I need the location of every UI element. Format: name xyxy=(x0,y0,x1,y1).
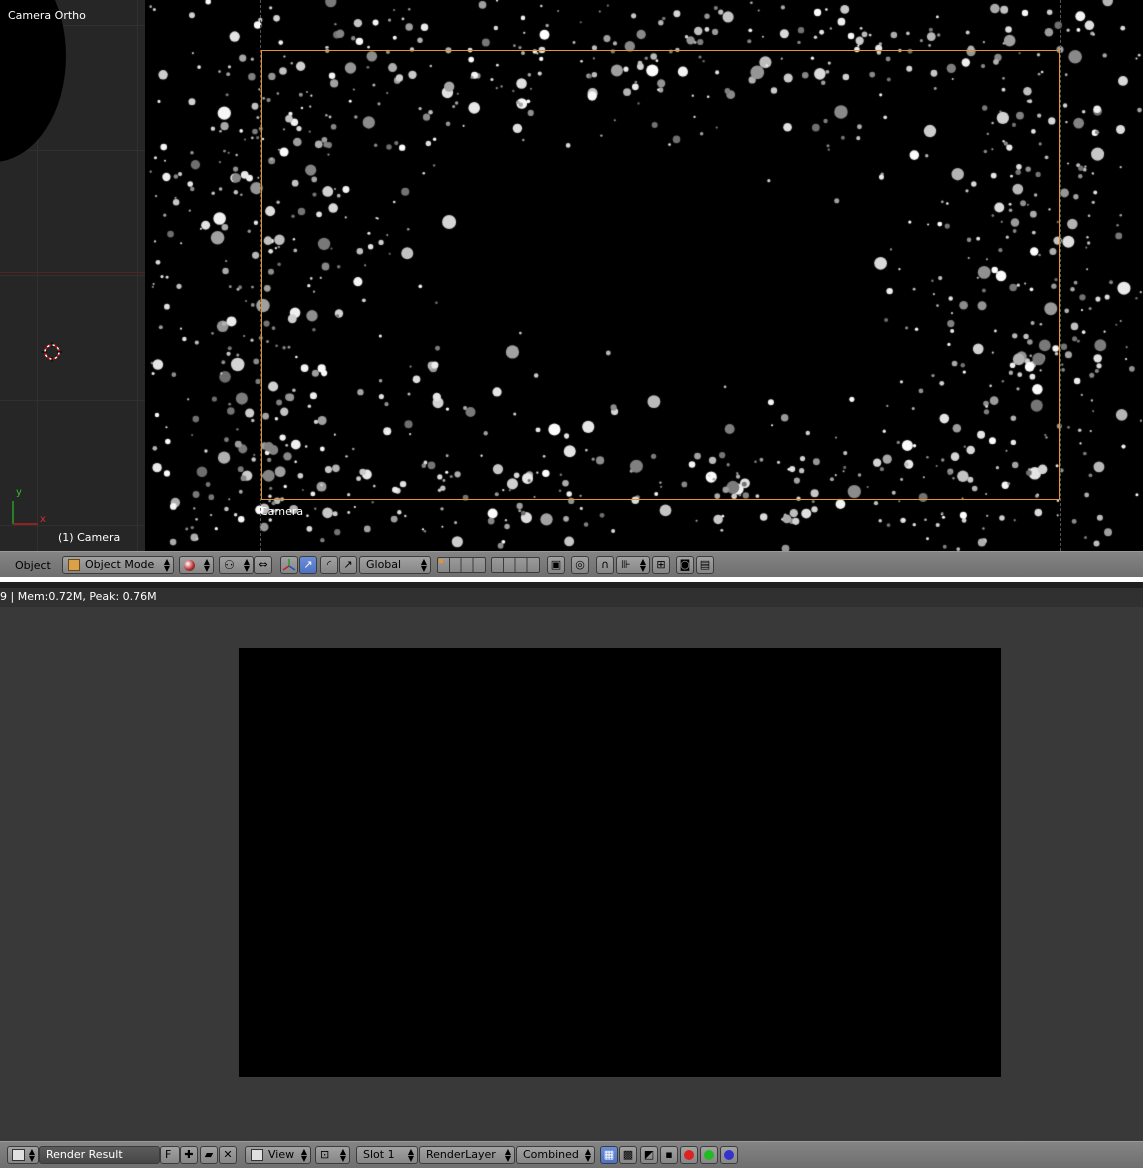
new-image-icon[interactable]: ✚ xyxy=(180,1146,198,1164)
draw-color-icon[interactable]: ▪ xyxy=(660,1146,678,1164)
lock-layers-icon[interactable]: ▣ xyxy=(547,556,565,574)
translate-manipulator-icon[interactable]: ↗ xyxy=(299,556,317,574)
open-image-icon[interactable]: ▰ xyxy=(200,1146,218,1164)
display-mode-icon: ⊡ xyxy=(320,1148,330,1161)
3d-view-header: Object Object Mode ▲ ▼ ▲ ▼ ⚇ ▲ ▼ ⇔ ↗ ◜ ↗ Gl… xyxy=(0,551,1143,577)
unlink-image-icon[interactable]: ✕ xyxy=(219,1146,237,1164)
image-editor-header: ▲ ▼ Render Result F ✚ ▰ ✕ View ▲ ▼ ⊡ ▲ ▼ Sl… xyxy=(0,1141,1143,1168)
transform-orientation-label: Global xyxy=(366,558,402,571)
render-info-bar: 9 | Mem:0.72M, Peak: 0.76M xyxy=(0,588,1143,607)
object-silhouette xyxy=(0,0,66,162)
render-opengl-image-icon[interactable]: ◙ xyxy=(676,556,694,574)
x-axis-line xyxy=(0,272,145,273)
camera-name-label: Camera xyxy=(260,505,304,518)
fake-user-button[interactable]: F xyxy=(160,1146,180,1164)
camera-guide-right xyxy=(1060,0,1061,551)
manipulator-toggle-icon[interactable] xyxy=(280,556,298,574)
layer-buttons-b[interactable] xyxy=(491,557,540,573)
view-name-label: Camera Ortho xyxy=(8,9,86,22)
snap-element-select[interactable]: ⊪ ▲ ▼ xyxy=(616,556,650,574)
active-object-label: (1) Camera xyxy=(58,531,121,544)
image-name-field[interactable]: Render Result xyxy=(39,1146,160,1164)
blue-channel-icon[interactable] xyxy=(720,1146,738,1164)
viewport-shading-select[interactable]: ▲ ▼ xyxy=(179,556,214,574)
x-axis-label: x xyxy=(40,514,46,525)
display-mode-select[interactable]: ⊡ ▲ ▼ xyxy=(315,1146,350,1164)
pivot-point-select[interactable]: ⚇ ▲ ▼ xyxy=(219,556,254,574)
scale-manipulator-icon[interactable]: ↗ xyxy=(339,556,357,574)
viewport-background-region xyxy=(0,0,145,551)
layer-buttons-a[interactable] xyxy=(437,557,486,573)
object-menu[interactable]: Object xyxy=(15,559,51,572)
rotate-manipulator-icon[interactable]: ◜ xyxy=(320,556,338,574)
render-opengl-animation-icon[interactable]: ▤ xyxy=(696,556,714,574)
view-menu-label: View xyxy=(268,1148,295,1161)
snap-toggle-icon[interactable]: ∩ xyxy=(596,556,614,574)
editor-type-select[interactable]: ▲ ▼ xyxy=(7,1146,39,1164)
cube-icon xyxy=(68,559,80,571)
active-layer-dot xyxy=(439,559,443,563)
transform-orientation-select[interactable]: Global ▲ ▼ xyxy=(359,556,431,574)
mode-select[interactable]: Object Mode ▲ ▼ xyxy=(62,556,174,574)
3d-viewport[interactable]: Camera Ortho Camera (1) Camera y x xyxy=(0,0,1143,551)
snap-increment-icon: ⊪ xyxy=(621,558,631,571)
fake-user-label: F xyxy=(165,1148,172,1161)
axis-gizmo: y x xyxy=(8,487,52,528)
render-pass-label: Combined xyxy=(523,1148,579,1161)
render-info-text: 9 | Mem:0.72M, Peak: 0.76M xyxy=(0,590,157,603)
pivot-icon: ⚇ xyxy=(224,558,235,572)
mode-select-label: Object Mode xyxy=(85,558,155,571)
3d-cursor-icon[interactable] xyxy=(42,342,62,362)
snap-target-icon[interactable]: ⊞ xyxy=(652,556,670,574)
camera-frame[interactable] xyxy=(261,50,1060,500)
draw-alpha-icon[interactable]: ▩ xyxy=(619,1146,637,1164)
render-layer-label: RenderLayer xyxy=(426,1148,496,1161)
render-result-canvas[interactable] xyxy=(239,648,1001,1077)
render-pass-select[interactable]: Combined ▲ ▼ xyxy=(516,1146,595,1164)
render-layer-select[interactable]: RenderLayer ▲ ▼ xyxy=(419,1146,515,1164)
y-axis-label: y xyxy=(16,487,22,498)
green-channel-icon[interactable] xyxy=(700,1146,718,1164)
image-editor-icon xyxy=(12,1149,25,1161)
shading-sphere-icon xyxy=(184,560,195,571)
proportional-edit-icon[interactable]: ◎ xyxy=(571,556,589,574)
manipulate-center-icon[interactable]: ⇔ xyxy=(254,556,272,574)
view-menu[interactable]: View ▲ ▼ xyxy=(245,1146,311,1164)
slot-label: Slot 1 xyxy=(363,1148,395,1161)
draw-z-buffer-icon[interactable]: ◩ xyxy=(640,1146,658,1164)
image-editor[interactable]: 9 | Mem:0.72M, Peak: 0.76M xyxy=(0,588,1143,1141)
red-channel-icon[interactable] xyxy=(680,1146,698,1164)
view-menu-icon xyxy=(251,1149,263,1161)
image-name-label: Render Result xyxy=(46,1148,123,1161)
draw-color-alpha-icon[interactable]: ▦ xyxy=(600,1146,618,1164)
slot-select[interactable]: Slot 1 ▲ ▼ xyxy=(356,1146,418,1164)
